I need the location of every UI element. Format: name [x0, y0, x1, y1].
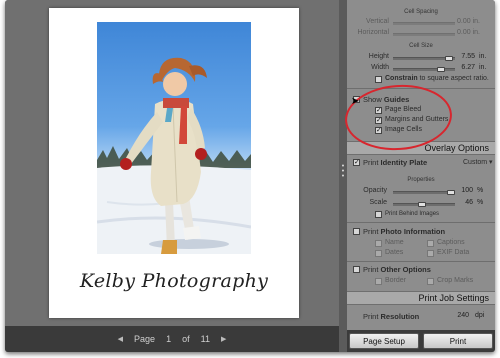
border-label: Border	[385, 277, 407, 284]
of-label: of	[182, 334, 190, 344]
horizontal-label: Horizontal	[357, 29, 389, 36]
resolution-unit: dpi	[475, 312, 485, 319]
image-cells-label: Image Cells	[385, 126, 422, 133]
resolution-value[interactable]: 240	[439, 312, 469, 319]
margins-gutters-label: Margins and Gutters	[385, 116, 449, 123]
identity-plate-prefix: Print	[363, 158, 381, 167]
horizontal-spacing-value: 0.00 in.	[457, 29, 480, 36]
print-job-settings-header[interactable]: Print Job Settings	[347, 291, 495, 305]
opacity-unit: %	[477, 187, 484, 194]
identity-plate-signature[interactable]: Kelby Photography	[49, 270, 299, 292]
crop-marks-label: Crop Marks	[437, 277, 474, 284]
print-page: Kelby Photography	[49, 8, 299, 318]
vertical-label: Vertical	[366, 18, 389, 25]
constrain-checkbox[interactable]	[375, 76, 382, 83]
dates-checkbox[interactable]	[375, 250, 382, 257]
width-unit: in.	[479, 64, 487, 71]
print-resolution-bold: Resolution	[380, 312, 420, 321]
scale-label: Scale	[369, 199, 387, 206]
identity-plate-dropdown[interactable]: Custom ▾	[463, 158, 493, 166]
next-page-icon[interactable]: ▶	[221, 335, 226, 343]
captions-checkbox[interactable]	[427, 240, 434, 247]
divider-line	[347, 88, 495, 89]
page-setup-button[interactable]: Page Setup	[349, 333, 419, 349]
photo-cell[interactable]	[97, 22, 251, 254]
scale-unit: %	[477, 199, 484, 206]
mouse-cursor-icon: ➤	[351, 96, 360, 107]
height-value[interactable]: 7.55	[445, 53, 475, 60]
grip-icon[interactable]: • • •	[341, 163, 345, 180]
dates-label: Dates	[385, 249, 404, 256]
name-checkbox[interactable]	[375, 240, 382, 247]
vertical-spacing-slider	[393, 22, 455, 25]
page-bleed-checkbox[interactable]	[375, 106, 382, 114]
divider-line	[347, 261, 495, 262]
lightroom-print-window: Kelby Photography ◀ Page 1 of 11 ▶ • • • C…	[0, 0, 500, 358]
opacity-value[interactable]: 100	[443, 187, 473, 194]
print-resolution-label: Print Resolution	[363, 312, 419, 321]
horizontal-spacing-slider	[393, 33, 455, 36]
width-slider-thumb[interactable]	[437, 67, 445, 72]
overlay-options-header[interactable]: Overlay Options	[347, 141, 495, 155]
other-options-label: Print Other Options	[363, 265, 431, 274]
width-value[interactable]: 6.27	[445, 64, 475, 71]
print-button[interactable]: Print	[423, 333, 493, 349]
scale-value[interactable]: 46	[443, 199, 473, 206]
page-navigator: ◀ Page 1 of 11 ▶	[5, 326, 339, 352]
print-preview-canvas: Kelby Photography ◀ Page 1 of 11 ▶	[5, 0, 339, 352]
right-panel: Cell Spacing Vertical 0.00 in. Horizonta…	[347, 0, 495, 352]
photo-info-bold: Photo Information	[380, 227, 446, 236]
margins-gutters-checkbox[interactable]	[375, 116, 382, 124]
total-pages-number: 11	[200, 334, 210, 344]
identity-plate-label: Print Identity Plate	[363, 158, 427, 167]
image-cells-checkbox[interactable]	[375, 126, 382, 134]
vertical-spacing-value: 0.00 in.	[457, 18, 480, 25]
scale-slider-thumb[interactable]	[418, 202, 426, 207]
captions-label: Captions	[437, 239, 465, 246]
cell-size-heading: Cell Size	[409, 43, 433, 49]
exif-checkbox[interactable]	[427, 250, 434, 257]
height-label: Height	[368, 53, 389, 60]
name-label: Name	[385, 239, 404, 246]
exif-label: EXIF Data	[437, 249, 470, 256]
print-resolution-prefix: Print	[363, 312, 381, 321]
photo-info-checkbox[interactable]	[353, 228, 360, 235]
photo-info-label: Print Photo Information	[363, 227, 445, 236]
window-frame: Kelby Photography ◀ Page 1 of 11 ▶ • • • C…	[5, 0, 495, 352]
constrain-label-rest: to square aspect ratio.	[417, 75, 489, 82]
show-guides-prefix: Show	[363, 95, 384, 104]
opacity-label: Opacity	[363, 187, 387, 194]
border-checkbox[interactable]	[375, 278, 382, 285]
constrain-label-bold: Constrain	[385, 75, 418, 82]
print-behind-images-checkbox[interactable]	[375, 211, 382, 218]
page-bleed-label: Page Bleed	[385, 106, 422, 113]
cell-spacing-heading: Cell Spacing	[404, 9, 438, 15]
divider-line	[347, 222, 495, 223]
other-options-checkbox[interactable]	[353, 266, 360, 273]
identity-plate-bold: Identity Plate	[380, 158, 428, 167]
print-behind-images-label: Print Behind Images	[385, 211, 440, 217]
page-label: Page	[134, 334, 156, 344]
width-label: Width	[371, 64, 389, 71]
other-options-bold: Other Options	[380, 265, 431, 274]
panel-divider[interactable]: • • •	[339, 0, 347, 352]
properties-heading: Properties	[407, 177, 435, 183]
show-guides-label: Show Guides	[363, 95, 409, 104]
current-page-number: 1	[166, 334, 172, 344]
other-options-prefix: Print	[363, 265, 381, 274]
constrain-label: Constrain to square aspect ratio.	[385, 75, 489, 82]
crop-marks-checkbox[interactable]	[427, 278, 434, 285]
identity-plate-checkbox[interactable]	[353, 158, 360, 166]
height-unit: in.	[479, 53, 487, 60]
photo-woman-in-snow	[97, 57, 251, 254]
show-guides-bold: Guides	[383, 95, 410, 104]
bottom-button-bar: Page Setup Print	[347, 330, 495, 352]
previous-page-icon[interactable]: ◀	[118, 335, 123, 343]
photo-info-prefix: Print	[363, 227, 381, 236]
